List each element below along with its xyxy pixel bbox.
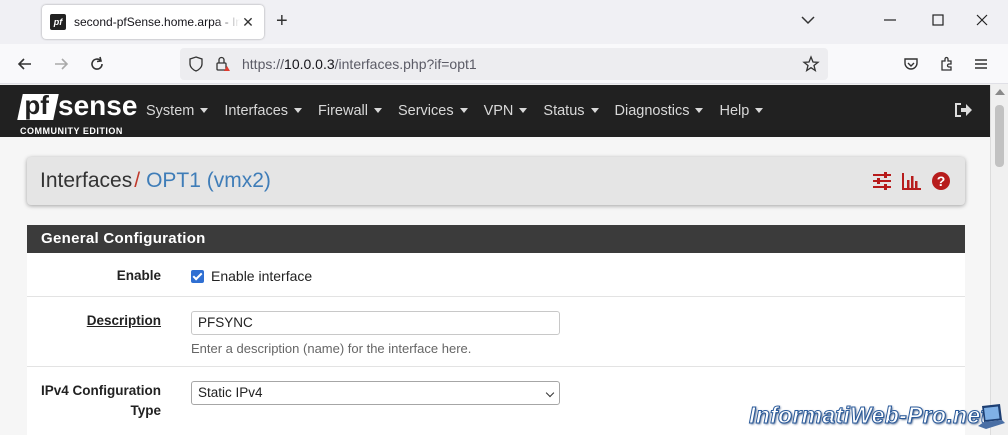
watermark-text: InformatiWeb-Pro.net bbox=[748, 402, 989, 429]
browser-tab-bar: pf second-pfSense.home.arpa - Interfaces… bbox=[0, 0, 1008, 44]
address-bar[interactable]: https://10.0.0.3/interfaces.php?if=opt1 bbox=[180, 48, 828, 80]
page-content: Interfaces/OPT1 (vmx2) ? General Configu… bbox=[0, 137, 990, 435]
sliders-icon[interactable] bbox=[872, 172, 892, 190]
back-arrow-icon[interactable] bbox=[16, 55, 34, 73]
ipv4-config-field: Static IPv4 bbox=[191, 381, 560, 405]
tab-close-icon[interactable]: ✕ bbox=[240, 14, 256, 31]
logo-sense-text: sense bbox=[58, 90, 138, 121]
menu-status[interactable]: Status bbox=[535, 103, 606, 119]
menu-vpn[interactable]: VPN bbox=[476, 103, 536, 119]
description-input[interactable]: PFSYNC bbox=[191, 311, 560, 335]
menu-firewall[interactable]: Firewall bbox=[310, 103, 390, 119]
extensions-puzzle-icon[interactable] bbox=[938, 55, 956, 73]
pfsense-favicon-icon: pf bbox=[50, 14, 66, 30]
menu-help[interactable]: Help bbox=[711, 103, 771, 119]
enable-interface-label[interactable]: Enable interface bbox=[211, 268, 312, 284]
menu-services[interactable]: Services bbox=[390, 103, 476, 119]
breadcrumb: Interfaces/OPT1 (vmx2) ? bbox=[27, 157, 965, 205]
browser-tab[interactable]: pf second-pfSense.home.arpa - Interfaces… bbox=[42, 5, 264, 39]
menu-interfaces[interactable]: Interfaces bbox=[216, 103, 310, 119]
breadcrumb-separator: / bbox=[134, 169, 141, 192]
list-tabs-chevron-icon[interactable] bbox=[800, 12, 816, 28]
main-menu: System Interfaces Firewall Services VPN … bbox=[138, 85, 771, 137]
bookmark-star-icon[interactable] bbox=[802, 55, 820, 73]
pfsense-navbar: pf sense COMMUNITY EDITION System Interf… bbox=[0, 85, 990, 137]
shield-icon[interactable] bbox=[188, 56, 204, 72]
maximize-icon[interactable] bbox=[930, 12, 946, 28]
scroll-up-icon[interactable] bbox=[995, 89, 1005, 95]
reload-icon[interactable] bbox=[88, 55, 106, 73]
browser-nav-bar: https://10.0.0.3/interfaces.php?if=opt1 bbox=[0, 44, 1008, 84]
pf-logo-mark: pf bbox=[17, 90, 59, 120]
help-question-icon[interactable]: ? bbox=[932, 172, 950, 190]
chevron-down-icon bbox=[545, 388, 555, 398]
enable-label: Enable bbox=[116, 268, 161, 283]
enable-interface-checkbox[interactable] bbox=[191, 270, 204, 283]
tab-title: second-pfSense.home.arpa - Interfaces: O… bbox=[74, 15, 240, 29]
enable-row: Enable Enable interface bbox=[27, 253, 965, 297]
close-window-icon[interactable] bbox=[974, 12, 990, 28]
laptop-logo-icon bbox=[978, 404, 1005, 429]
panel-title: General Configuration bbox=[27, 225, 965, 253]
description-field: PFSYNC Enter a description (name) for th… bbox=[191, 311, 560, 356]
url-text: https://10.0.0.3/interfaces.php?if=opt1 bbox=[242, 56, 477, 72]
page-title: Interfaces/OPT1 (vmx2) bbox=[40, 169, 271, 193]
scroll-thumb[interactable] bbox=[995, 105, 1004, 167]
pfsense-logo[interactable]: pf sense COMMUNITY EDITION bbox=[17, 90, 137, 136]
logout-icon[interactable] bbox=[953, 101, 973, 119]
enable-field: Enable interface bbox=[191, 268, 312, 286]
ipv4-config-type-select[interactable]: Static IPv4 bbox=[191, 381, 560, 405]
description-help-text: Enter a description (name) for the inter… bbox=[191, 341, 472, 356]
svg-text:?: ? bbox=[937, 173, 946, 189]
menu-diagnostics[interactable]: Diagnostics bbox=[607, 103, 712, 119]
breadcrumb-actions: ? bbox=[872, 172, 950, 190]
description-label[interactable]: Description bbox=[87, 313, 161, 328]
hamburger-menu-icon[interactable] bbox=[972, 55, 990, 73]
breadcrumb-parent[interactable]: Interfaces bbox=[40, 169, 132, 192]
bar-chart-icon[interactable] bbox=[902, 172, 922, 190]
forward-arrow-icon[interactable] bbox=[52, 55, 70, 73]
menu-system[interactable]: System bbox=[138, 103, 216, 119]
lock-warning-icon[interactable] bbox=[214, 55, 232, 73]
breadcrumb-current[interactable]: OPT1 (vmx2) bbox=[146, 169, 271, 192]
pocket-icon[interactable] bbox=[902, 55, 920, 73]
minimize-icon[interactable] bbox=[882, 12, 898, 28]
description-row: Description PFSYNC Enter a description (… bbox=[27, 297, 965, 367]
page-scrollbar[interactable] bbox=[990, 85, 1008, 435]
ipv4-config-label: IPv4 Configuration Type bbox=[40, 383, 161, 418]
new-tab-icon[interactable]: + bbox=[276, 11, 288, 31]
logo-edition-text: COMMUNITY EDITION bbox=[20, 126, 123, 136]
